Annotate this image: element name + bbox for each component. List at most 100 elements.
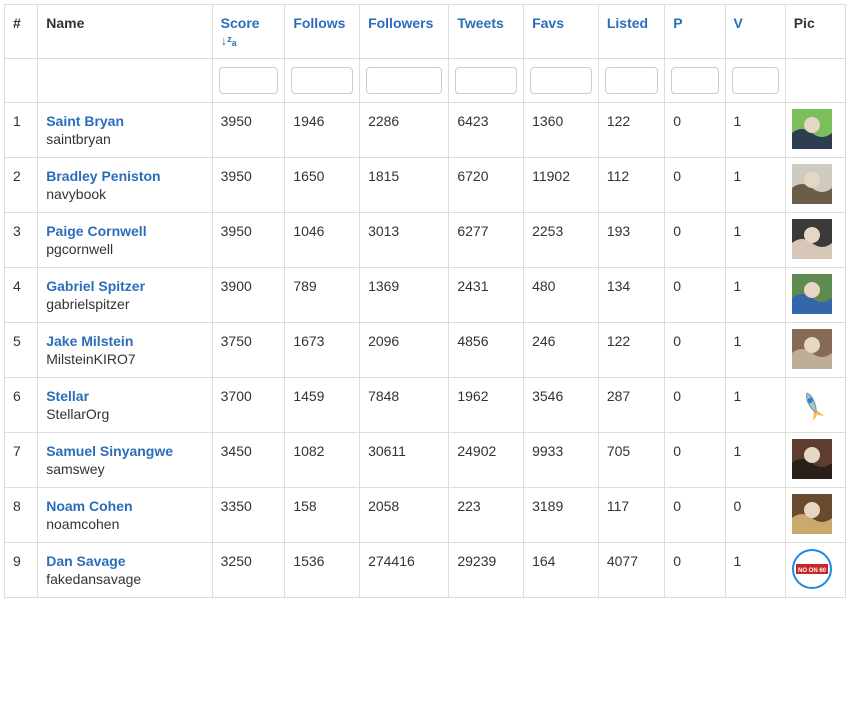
pic-cell bbox=[785, 323, 845, 378]
filter-v[interactable] bbox=[732, 67, 779, 94]
filter-p[interactable] bbox=[671, 67, 718, 94]
listed-cell: 705 bbox=[598, 433, 664, 488]
p-cell: 0 bbox=[665, 488, 725, 543]
user-handle: noamcohen bbox=[46, 516, 203, 532]
user-name-link[interactable]: Paige Cornwell bbox=[46, 223, 146, 239]
followers-cell: 7848 bbox=[360, 378, 449, 433]
name-cell: Bradley Penistonnavybook bbox=[38, 158, 212, 213]
col-header-index[interactable]: # bbox=[5, 5, 38, 59]
data-table: # Name Score ↓ᶻₐ Follows Followers Tweet… bbox=[4, 4, 846, 598]
row-index: 7 bbox=[5, 433, 38, 488]
tweets-cell: 6277 bbox=[449, 213, 524, 268]
favs-cell: 2253 bbox=[524, 213, 599, 268]
col-header-p[interactable]: P bbox=[665, 5, 725, 59]
score-cell: 3350 bbox=[212, 488, 285, 543]
p-cell: 0 bbox=[665, 103, 725, 158]
pic-cell bbox=[785, 213, 845, 268]
name-cell: Samuel Sinyangwesamswey bbox=[38, 433, 212, 488]
favs-cell: 246 bbox=[524, 323, 599, 378]
table-row: 1Saint Bryansaintbryan395019462286642313… bbox=[5, 103, 846, 158]
table-row: 6StellarStellarOrg3700145978481962354628… bbox=[5, 378, 846, 433]
user-handle: gabrielspitzer bbox=[46, 296, 203, 312]
user-name-link[interactable]: Dan Savage bbox=[46, 553, 125, 569]
user-handle: fakedansavage bbox=[46, 571, 203, 587]
tweets-cell: 4856 bbox=[449, 323, 524, 378]
user-handle: StellarOrg bbox=[46, 406, 203, 422]
avatar[interactable]: NO ON 60 bbox=[792, 549, 832, 589]
col-header-follows[interactable]: Follows bbox=[285, 5, 360, 59]
followers-cell: 274416 bbox=[360, 543, 449, 598]
user-name-link[interactable]: Samuel Sinyangwe bbox=[46, 443, 173, 459]
score-cell: 3250 bbox=[212, 543, 285, 598]
col-header-tweets[interactable]: Tweets bbox=[449, 5, 524, 59]
score-cell: 3900 bbox=[212, 268, 285, 323]
tweets-cell: 6720 bbox=[449, 158, 524, 213]
filter-followers[interactable] bbox=[366, 67, 442, 94]
col-header-name[interactable]: Name bbox=[38, 5, 212, 59]
name-cell: Saint Bryan saintbryan bbox=[38, 103, 212, 158]
follows-cell: 1082 bbox=[285, 433, 360, 488]
avatar[interactable] bbox=[792, 164, 832, 204]
favs-cell: 1360 bbox=[524, 103, 599, 158]
row-index: 2 bbox=[5, 158, 38, 213]
avatar[interactable] bbox=[792, 109, 832, 149]
follows-cell: 1459 bbox=[285, 378, 360, 433]
col-header-pic[interactable]: Pic bbox=[785, 5, 845, 59]
name-cell: Paige Cornwell pgcornwell bbox=[38, 213, 212, 268]
avatar[interactable] bbox=[792, 274, 832, 314]
filter-tweets[interactable] bbox=[455, 67, 517, 94]
v-cell: 1 bbox=[725, 543, 785, 598]
table-row: 9Dan Savagefakedansavage3250153627441629… bbox=[5, 543, 846, 598]
listed-cell: 287 bbox=[598, 378, 664, 433]
col-header-score[interactable]: Score ↓ᶻₐ bbox=[212, 5, 285, 59]
listed-cell: 4077 bbox=[598, 543, 664, 598]
col-header-listed[interactable]: Listed bbox=[598, 5, 664, 59]
pic-cell bbox=[785, 158, 845, 213]
row-index: 3 bbox=[5, 213, 38, 268]
listed-cell: 122 bbox=[598, 103, 664, 158]
score-cell: 3700 bbox=[212, 378, 285, 433]
user-handle: pgcornwell bbox=[46, 241, 203, 257]
user-handle: saintbryan bbox=[46, 131, 203, 147]
followers-cell: 2058 bbox=[360, 488, 449, 543]
listed-cell: 112 bbox=[598, 158, 664, 213]
avatar[interactable] bbox=[792, 439, 832, 479]
pic-cell bbox=[785, 488, 845, 543]
filter-listed[interactable] bbox=[605, 67, 658, 94]
tweets-cell: 1962 bbox=[449, 378, 524, 433]
p-cell: 0 bbox=[665, 268, 725, 323]
user-name-link[interactable]: Stellar bbox=[46, 388, 89, 404]
user-name-link[interactable]: Gabriel Spitzer bbox=[46, 278, 145, 294]
v-cell: 0 bbox=[725, 488, 785, 543]
filter-favs[interactable] bbox=[530, 67, 592, 94]
tweets-cell: 2431 bbox=[449, 268, 524, 323]
v-cell: 1 bbox=[725, 323, 785, 378]
followers-cell: 1815 bbox=[360, 158, 449, 213]
col-header-favs[interactable]: Favs bbox=[524, 5, 599, 59]
avatar[interactable] bbox=[792, 329, 832, 369]
user-name-link[interactable]: Bradley Peniston bbox=[46, 168, 160, 184]
filter-follows[interactable] bbox=[291, 67, 353, 94]
followers-cell: 1369 bbox=[360, 268, 449, 323]
name-cell: Noam Cohen noamcohen bbox=[38, 488, 212, 543]
col-header-v[interactable]: V bbox=[725, 5, 785, 59]
user-name-link[interactable]: Noam Cohen bbox=[46, 498, 132, 514]
followers-cell: 30611 bbox=[360, 433, 449, 488]
listed-cell: 122 bbox=[598, 323, 664, 378]
user-name-link[interactable]: Saint Bryan bbox=[46, 113, 124, 129]
filter-score[interactable] bbox=[219, 67, 279, 94]
v-cell: 1 bbox=[725, 268, 785, 323]
followers-cell: 2096 bbox=[360, 323, 449, 378]
avatar[interactable] bbox=[792, 219, 832, 259]
col-header-followers[interactable]: Followers bbox=[360, 5, 449, 59]
p-cell: 0 bbox=[665, 543, 725, 598]
score-cell: 3750 bbox=[212, 323, 285, 378]
favs-cell: 9933 bbox=[524, 433, 599, 488]
table-row: 2Bradley Penistonnavybook395016501815672… bbox=[5, 158, 846, 213]
user-name-link[interactable]: Jake Milstein bbox=[46, 333, 133, 349]
avatar[interactable] bbox=[792, 384, 832, 424]
listed-cell: 117 bbox=[598, 488, 664, 543]
table-row: 5Jake MilsteinMilsteinKIRO73750167320964… bbox=[5, 323, 846, 378]
p-cell: 0 bbox=[665, 213, 725, 268]
avatar[interactable] bbox=[792, 494, 832, 534]
